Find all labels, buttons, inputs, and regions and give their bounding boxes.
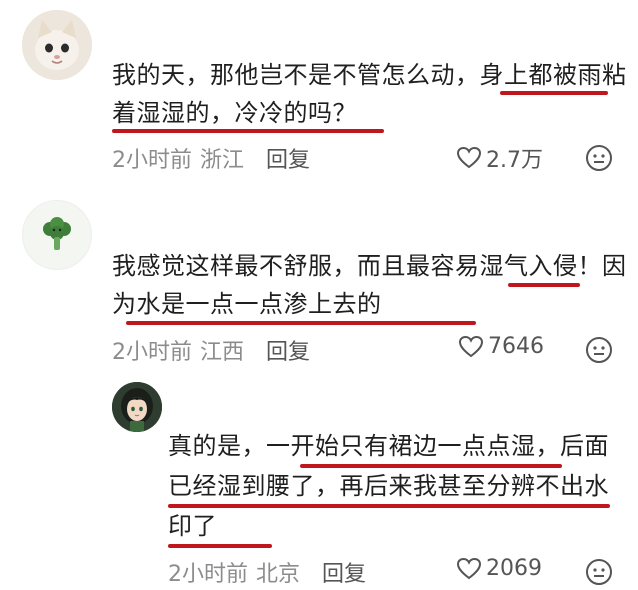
like-button[interactable]: 2.7万 — [456, 142, 543, 174]
anime-girl-avatar-icon — [112, 382, 162, 432]
comment-meta: 2小时前 江西 回复 — [112, 334, 310, 366]
comment-text: 真的是，一开始只有裙边一点点湿，后面已经湿到腰了，再后来我甚至分辨不出水印了 — [168, 432, 609, 540]
emoji-reaction-button[interactable] — [585, 144, 613, 176]
heart-icon — [456, 146, 482, 169]
like-button[interactable]: 2069 — [456, 556, 542, 581]
highlight-underline — [126, 321, 476, 325]
highlight-underline — [168, 544, 272, 548]
emoji-reaction-button[interactable] — [585, 336, 613, 368]
reply-button[interactable]: 回复 — [266, 334, 310, 366]
reply-button[interactable]: 回复 — [266, 142, 310, 174]
comment-meta: 2小时前 浙江 回复 — [112, 142, 310, 174]
like-count: 2069 — [486, 556, 542, 581]
heart-icon — [458, 335, 484, 357]
like-count: 7646 — [488, 334, 544, 359]
comment-time: 2小时前 — [168, 562, 248, 587]
like-count: 2.7万 — [486, 148, 543, 173]
face-icon — [586, 337, 612, 363]
heart-icon — [456, 557, 482, 579]
comment-time: 2小时前 — [112, 148, 192, 173]
cat-avatar-icon — [22, 10, 92, 80]
comment-meta: 2小时前 北京 回复 — [168, 556, 366, 588]
face-icon — [586, 559, 612, 585]
highlight-underline — [168, 504, 610, 508]
reply-button[interactable]: 回复 — [322, 556, 366, 588]
highlight-underline — [508, 283, 580, 287]
comment-location: 江西 — [200, 340, 245, 365]
highlight-underline — [112, 129, 384, 133]
user-avatar[interactable] — [112, 382, 162, 432]
face-icon — [586, 145, 612, 171]
highlight-underline — [500, 91, 608, 95]
highlight-underline — [300, 464, 562, 468]
user-avatar[interactable] — [22, 200, 92, 270]
comment-location: 浙江 — [200, 148, 245, 173]
comment-time: 2小时前 — [112, 340, 192, 365]
broccoli-avatar-icon — [43, 217, 71, 250]
emoji-reaction-button[interactable] — [585, 558, 613, 590]
user-avatar[interactable] — [22, 10, 92, 80]
comment-location: 北京 — [256, 562, 301, 587]
like-button[interactable]: 7646 — [458, 334, 544, 359]
